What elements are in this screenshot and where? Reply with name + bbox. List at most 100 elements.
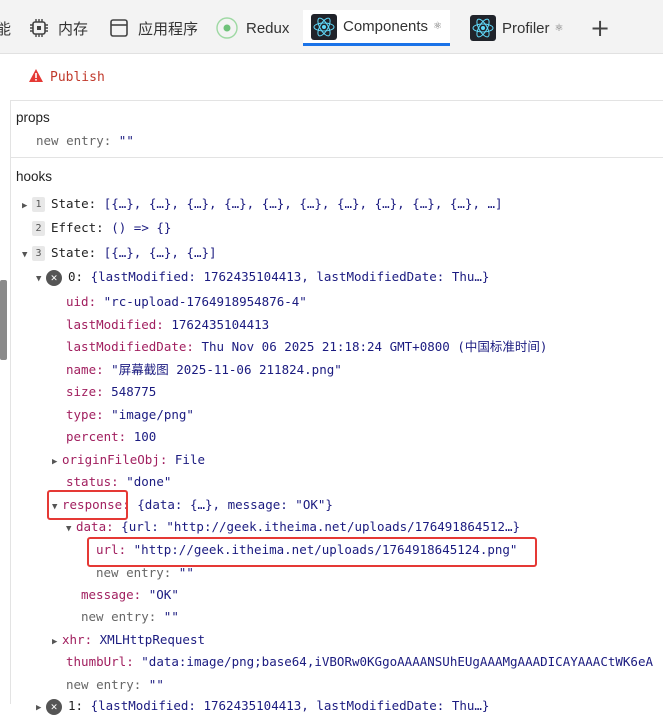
prop-value: {data: {…}, message: "OK"} <box>137 497 333 512</box>
array-item-0[interactable]: ▼ ✕ 0: {lastModified: 1762435104413, lastM… <box>36 268 489 286</box>
prop-type[interactable]: type: "image/png" <box>66 406 194 424</box>
tab-application-label: 应用程序 <box>138 20 199 38</box>
prop-key: size: <box>66 384 104 399</box>
expand-triangle-icon[interactable]: ▶ <box>52 633 62 651</box>
highlight-response <box>47 490 128 520</box>
prop-status[interactable]: status: "done" <box>66 473 171 491</box>
error-icon: ✕ <box>46 269 62 286</box>
prop-thumbUrl[interactable]: thumbUrl: "data:image/png;base64,iVBORw0… <box>66 653 653 671</box>
props-new-entry[interactable]: new entry: "" <box>36 132 134 150</box>
hook-value: [{…}, {…}, {…}, {…}, {…}, {…}, {…}, {…},… <box>103 196 503 211</box>
tab-memory[interactable]: 内存 <box>26 10 88 46</box>
prop-value: File <box>174 452 205 467</box>
window-icon <box>106 15 132 41</box>
new-entry-key: new entry: <box>81 609 157 624</box>
prop-size[interactable]: size: 548775 <box>66 383 156 401</box>
hook-state-3[interactable]: ▼ 3 State: [{…}, {…}, {…}] <box>22 244 217 262</box>
prop-key: percent: <box>66 429 127 444</box>
expand-triangle-icon[interactable]: ▶ <box>36 699 46 717</box>
redux-icon <box>214 15 240 41</box>
new-entry-value: "" <box>118 133 134 148</box>
hook-effect-2[interactable]: 2 Effect: () => {} <box>22 219 171 237</box>
prop-lastModified[interactable]: lastModified: 1762435104413 <box>66 316 269 334</box>
tab-application[interactable]: 应用程序 <box>106 10 198 46</box>
new-entry-key: new entry: <box>96 565 172 580</box>
prop-lastModifiedDate[interactable]: lastModifiedDate: Thu Nov 06 2025 21:18:… <box>66 338 547 356</box>
prop-value: "data:image/png;base64,iVBORw0KGgoAAAANS… <box>141 654 654 669</box>
panel-divider <box>10 100 11 704</box>
prop-value: {url: "http://geek.itheima.net/uploads/1… <box>121 519 521 534</box>
tab-memory-label: 内存 <box>58 20 89 38</box>
expand-triangle-icon[interactable]: ▶ <box>52 453 62 471</box>
item-key: 1: <box>68 698 84 713</box>
hook-value: [{…}, {…}, {…}] <box>103 245 217 260</box>
tab-bar: 能 内存 应用程序 Redux Components ⚛ Profiler ⚛ … <box>0 0 663 54</box>
prop-data[interactable]: ▼ data: {url: "http://geek.itheima.net/up… <box>66 518 520 536</box>
array-item-1[interactable]: ▶ ✕ 1: {lastModified: 1762435104413, lastM… <box>36 697 489 715</box>
prop-value: 1762435104413 <box>171 317 270 332</box>
divider <box>10 100 663 101</box>
hook-label: Effect: <box>51 220 104 235</box>
prop-xhr[interactable]: ▶ xhr: XMLHttpRequest <box>52 631 205 649</box>
prop-key: thumbUrl: <box>66 654 134 669</box>
prop-value: "image/png" <box>111 407 194 422</box>
react-icon <box>311 13 337 40</box>
prop-value: "OK" <box>148 587 179 602</box>
warning-icon <box>28 68 44 87</box>
react-icon <box>470 15 496 41</box>
hook-value: () => {} <box>111 220 172 235</box>
collapse-triangle-icon[interactable]: ▼ <box>36 270 46 288</box>
prop-value: "rc-upload-1764918954876-4" <box>103 294 307 309</box>
prop-percent[interactable]: percent: 100 <box>66 428 156 446</box>
tab-profiler-label: Profiler <box>502 19 550 37</box>
chip-icon <box>26 15 52 41</box>
item-key: 0: <box>68 269 84 284</box>
scrollbar-thumb[interactable] <box>0 280 7 360</box>
prop-key: status: <box>66 474 119 489</box>
hook-label: State: <box>51 245 97 260</box>
publish-label: Publish <box>50 70 105 85</box>
hook-index: 1 <box>32 197 45 212</box>
item-value: {lastModified: 1762435104413, lastModifi… <box>90 698 490 713</box>
item-value: {lastModified: 1762435104413, lastModifi… <box>90 269 490 284</box>
new-entry-value: "" <box>178 565 194 580</box>
response-new-entry[interactable]: new entry: "" <box>81 608 179 626</box>
collapse-triangle-icon[interactable]: ▼ <box>66 520 76 538</box>
prop-value: XMLHttpRequest <box>99 632 205 647</box>
prop-key: data: <box>76 519 114 534</box>
tab-profiler[interactable]: Profiler ⚛ <box>470 10 563 46</box>
prop-key: originFileObj: <box>62 452 168 467</box>
prop-key: uid: <box>66 294 97 309</box>
hook-index: 2 <box>32 221 45 236</box>
tab-redux[interactable]: Redux <box>214 10 289 46</box>
react-small-icon: ⚛ <box>554 22 564 34</box>
new-entry-key: new entry: <box>66 677 142 692</box>
prop-key: lastModifiedDate: <box>66 339 194 354</box>
hook-state-1[interactable]: ▶ 1 State: [{…}, {…}, {…}, {…}, {…}, {…}, … <box>22 195 503 213</box>
prop-value: "done" <box>126 474 172 489</box>
tab-components[interactable]: Components ⚛ <box>303 10 451 46</box>
add-tab-button[interactable]: + <box>590 14 610 42</box>
prop-originFileObj[interactable]: ▶ originFileObj: File <box>52 451 205 469</box>
tab-redux-label: Redux <box>246 19 290 37</box>
prop-message[interactable]: message: "OK" <box>81 586 179 604</box>
divider <box>10 157 663 158</box>
prop-value: 548775 <box>111 384 157 399</box>
prop-value: 100 <box>133 429 157 444</box>
prop-key: name: <box>66 362 104 377</box>
collapse-triangle-icon[interactable]: ▼ <box>22 246 32 264</box>
props-heading: props <box>16 110 50 125</box>
react-small-icon: ⚛ <box>433 21 443 32</box>
prop-key: lastModified: <box>66 317 164 332</box>
new-entry-key: new entry: <box>36 133 112 148</box>
item-new-entry[interactable]: new entry: "" <box>66 676 164 694</box>
publish-warning[interactable]: Publish <box>28 68 105 87</box>
expand-triangle-icon[interactable]: ▶ <box>22 197 32 215</box>
tab-partial[interactable]: 能 <box>0 10 11 46</box>
hooks-heading: hooks <box>16 169 53 184</box>
tab-components-label: Components <box>343 18 429 35</box>
prop-uid[interactable]: uid: "rc-upload-1764918954876-4" <box>66 293 307 311</box>
prop-name[interactable]: name: "屏幕截图 2025-11-06 211824.png" <box>66 361 342 379</box>
prop-key: type: <box>66 407 104 422</box>
error-icon: ✕ <box>46 698 62 715</box>
